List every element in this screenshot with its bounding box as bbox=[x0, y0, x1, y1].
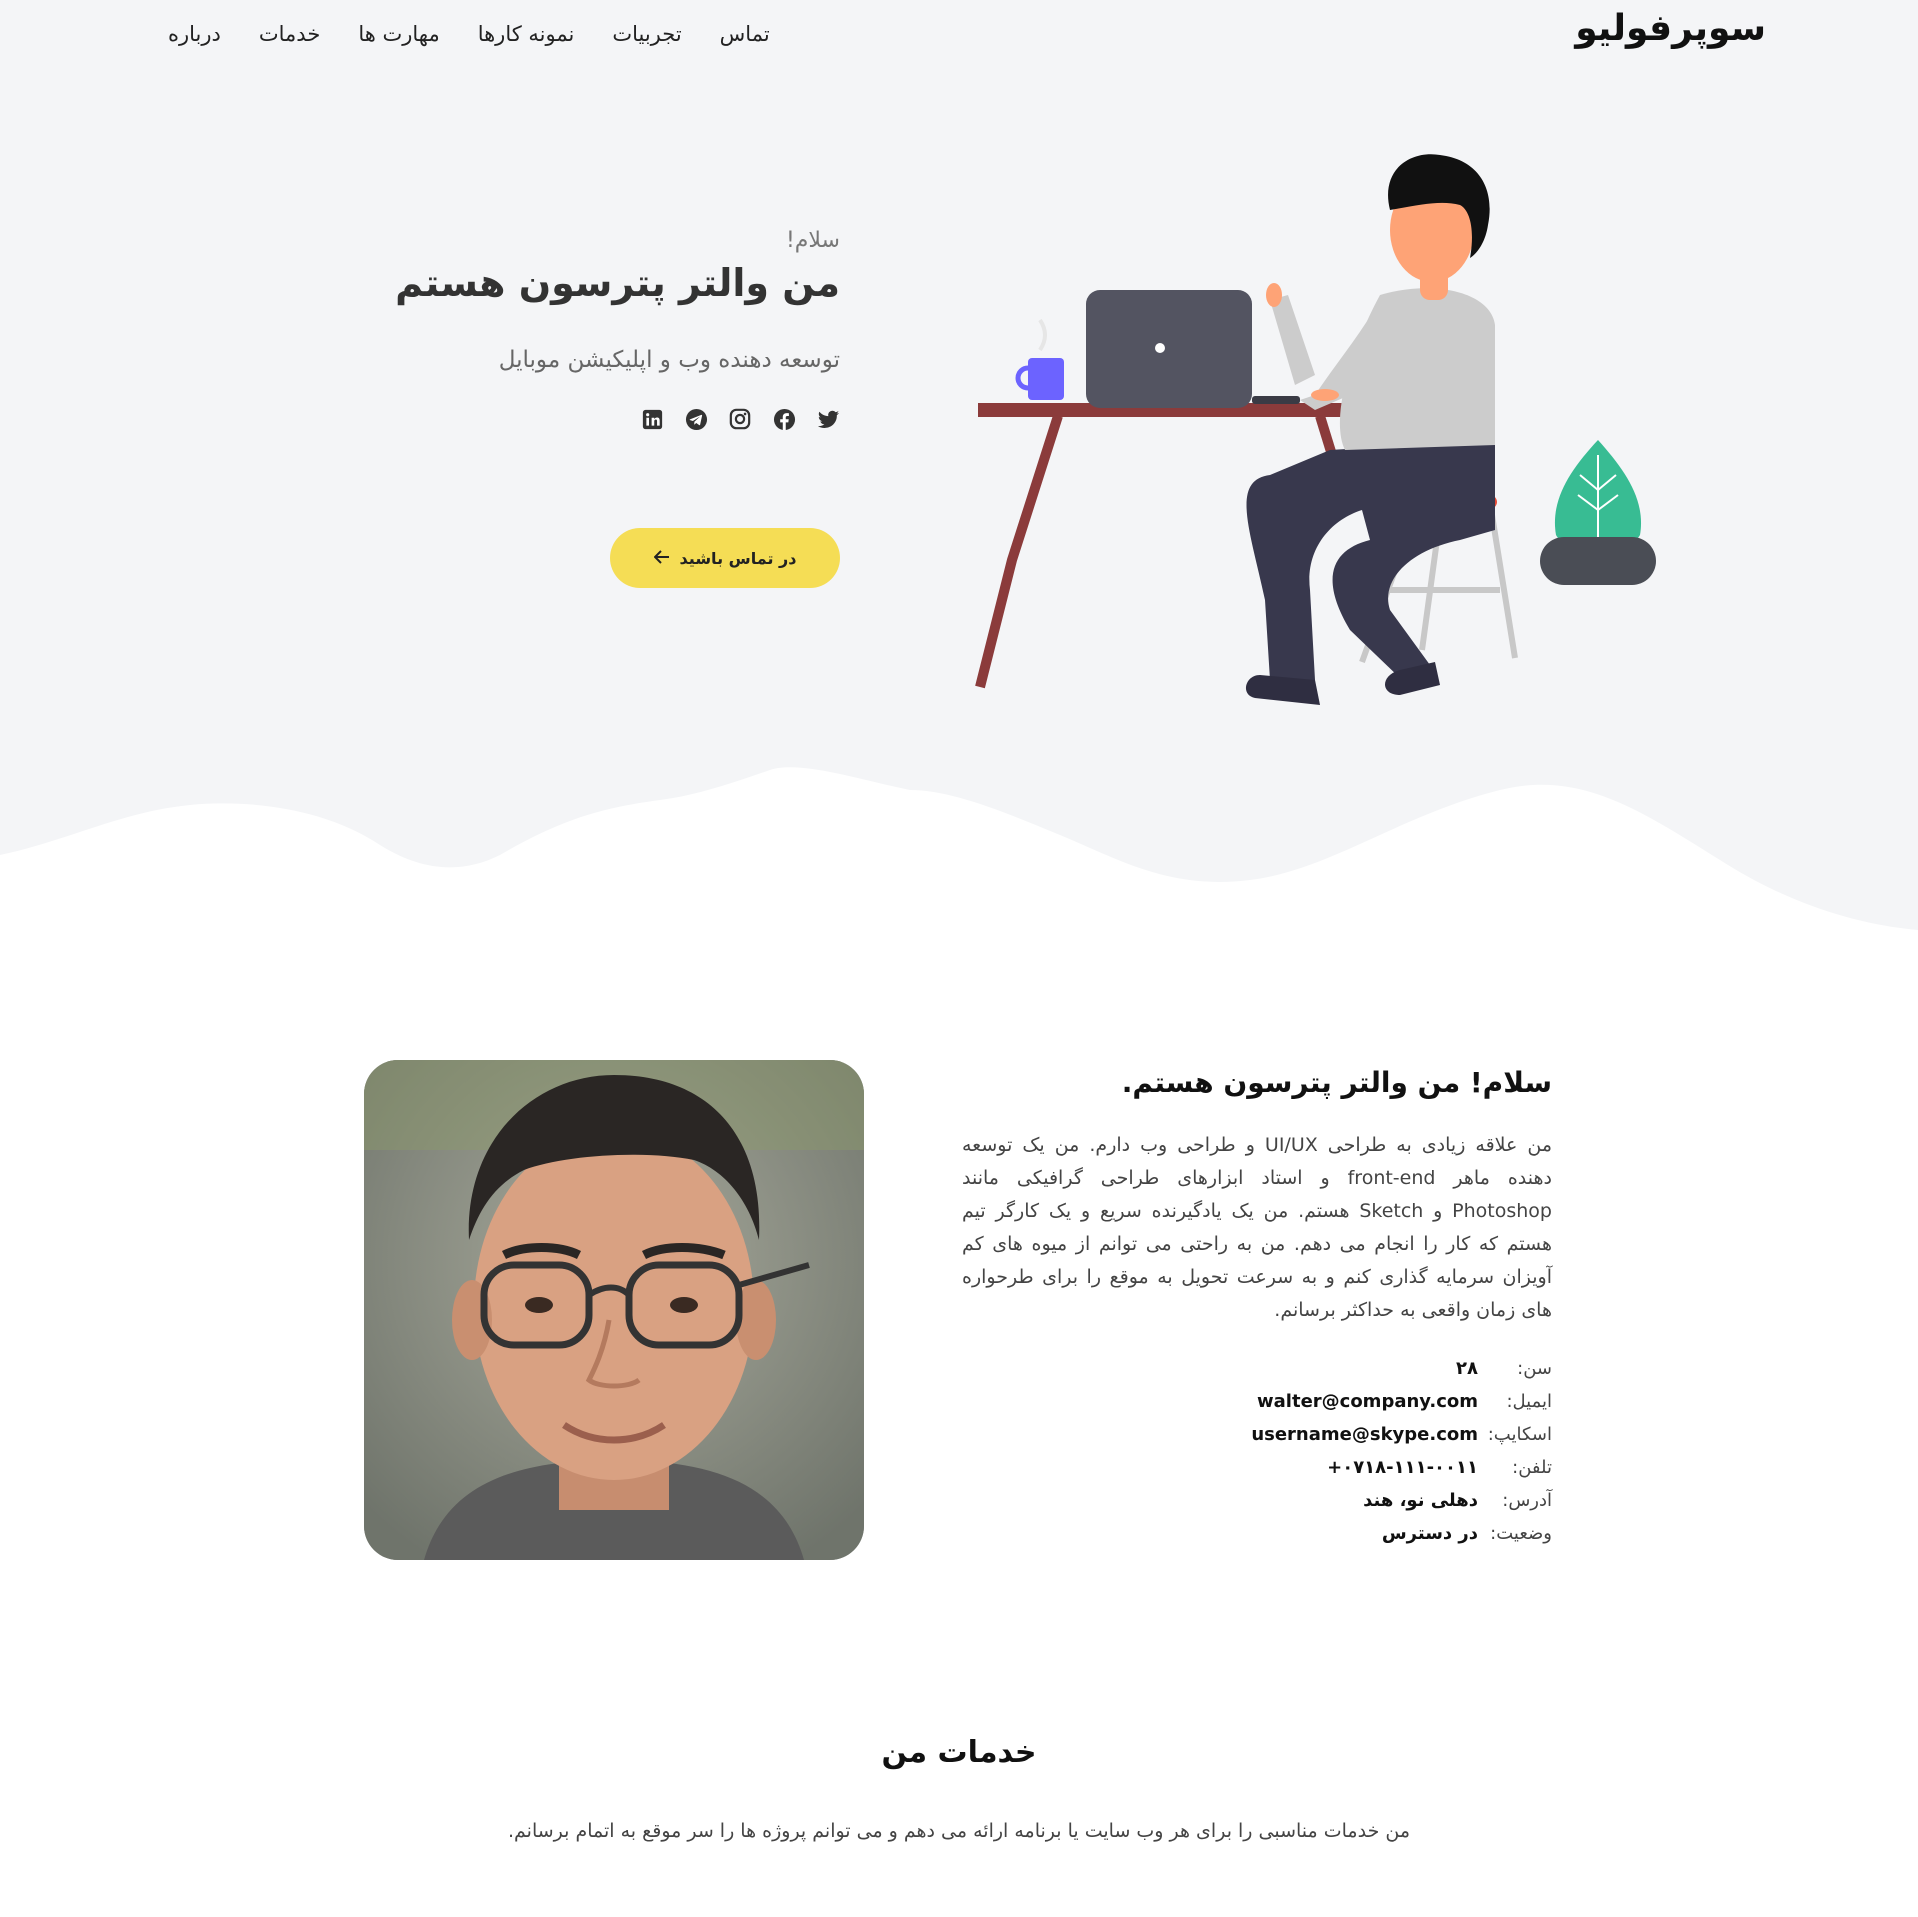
twitter-icon[interactable] bbox=[816, 407, 840, 431]
instagram-icon[interactable] bbox=[728, 407, 752, 431]
info-row: سن: ۲۸ bbox=[962, 1357, 1552, 1381]
info-label: اسکایپ: bbox=[1487, 1424, 1552, 1445]
info-label: ایمیل: bbox=[1506, 1391, 1552, 1412]
about-section: سلام! من والتر پترسون هستم. من علاقه زیا… bbox=[962, 1066, 1552, 1546]
site-header: سوپرفولیو درباره خدمات مهارت ها نمونه کا… bbox=[0, 0, 1918, 70]
services-heading: خدمات من bbox=[875, 1735, 1037, 1798]
social-links bbox=[320, 407, 840, 431]
nav-contact[interactable]: تماس bbox=[720, 22, 770, 46]
info-value: walter@company.com bbox=[1257, 1391, 1478, 1412]
info-label: آدرس: bbox=[1502, 1490, 1552, 1511]
developer-illustration bbox=[975, 154, 1656, 705]
hero-title-text: من والتر پترسون هستم bbox=[395, 261, 840, 305]
about-bio: من علاقه زیادی به طراحی UI/UX و طراحی وب… bbox=[962, 1134, 1553, 1321]
personal-info: سن: ۲۸ ایمیل: walter@company.com اسکایپ:… bbox=[962, 1357, 1552, 1546]
about-heading: سلام! من والتر پترسون هستم. bbox=[1121, 1066, 1552, 1099]
info-label: وضعیت: bbox=[1490, 1523, 1552, 1544]
portrait-image bbox=[364, 1060, 864, 1560]
profile-photo bbox=[364, 1060, 864, 1560]
contact-button-label: در تماس باشید bbox=[679, 548, 797, 568]
nav-experience[interactable]: تجربیات bbox=[612, 22, 681, 46]
nav-about[interactable]: درباره bbox=[168, 22, 221, 46]
services-description: من خدمات مناسبی را برای هر وب سایت یا بر… bbox=[507, 1820, 1410, 1842]
info-value: ۲۸ bbox=[1456, 1358, 1478, 1379]
info-value: در دسترس bbox=[1381, 1523, 1478, 1544]
facebook-icon[interactable] bbox=[772, 407, 796, 431]
hero-title: من والتر پترسون هستم bbox=[320, 261, 840, 336]
info-row: اسکایپ: username@skype.com bbox=[962, 1423, 1552, 1447]
info-row: ایمیل: walter@company.com bbox=[962, 1390, 1552, 1414]
info-row: تلفن: +۰۷۱۸-۱۱۱-۰۰۱۱ bbox=[962, 1456, 1552, 1480]
services-heading-text: خدمات من bbox=[881, 1735, 1037, 1770]
info-value: دهلی نو، هند bbox=[1363, 1490, 1478, 1511]
main-nav: درباره خدمات مهارت ها نمونه کارها تجربیا… bbox=[168, 22, 770, 46]
nav-services[interactable]: خدمات bbox=[259, 22, 320, 46]
info-label: تلفن: bbox=[1512, 1457, 1552, 1478]
info-label: سن: bbox=[1517, 1358, 1552, 1379]
arrow-left-icon bbox=[653, 549, 670, 568]
info-row: وضعیت: در دسترس bbox=[962, 1522, 1552, 1546]
services-underline bbox=[875, 1782, 1030, 1798]
nav-portfolio[interactable]: نمونه کارها bbox=[478, 22, 575, 46]
nav-skills[interactable]: مهارت ها bbox=[358, 22, 439, 46]
hero-greeting: سلام! bbox=[785, 228, 840, 253]
brand-logo[interactable]: سوپرفولیو bbox=[1575, 8, 1767, 49]
info-value: username@skype.com bbox=[1251, 1424, 1478, 1445]
hero-content: سلام! من والتر پترسون هستم توسعه دهنده و… bbox=[320, 228, 840, 431]
telegram-icon[interactable] bbox=[684, 407, 708, 431]
hero-subtitle: توسعه دهنده وب و اپلیکیشن موبایل bbox=[498, 347, 840, 373]
title-underline bbox=[405, 314, 562, 336]
contact-button[interactable]: در تماس باشید bbox=[610, 528, 840, 588]
linkedin-icon[interactable] bbox=[640, 407, 664, 431]
info-value: +۰۷۱۸-۱۱۱-۰۰۱۱ bbox=[1327, 1457, 1478, 1478]
services-section: خدمات من من خدمات مناسبی را برای هر وب س… bbox=[0, 1735, 1918, 1842]
info-row: آدرس: دهلی نو، هند bbox=[962, 1489, 1552, 1513]
